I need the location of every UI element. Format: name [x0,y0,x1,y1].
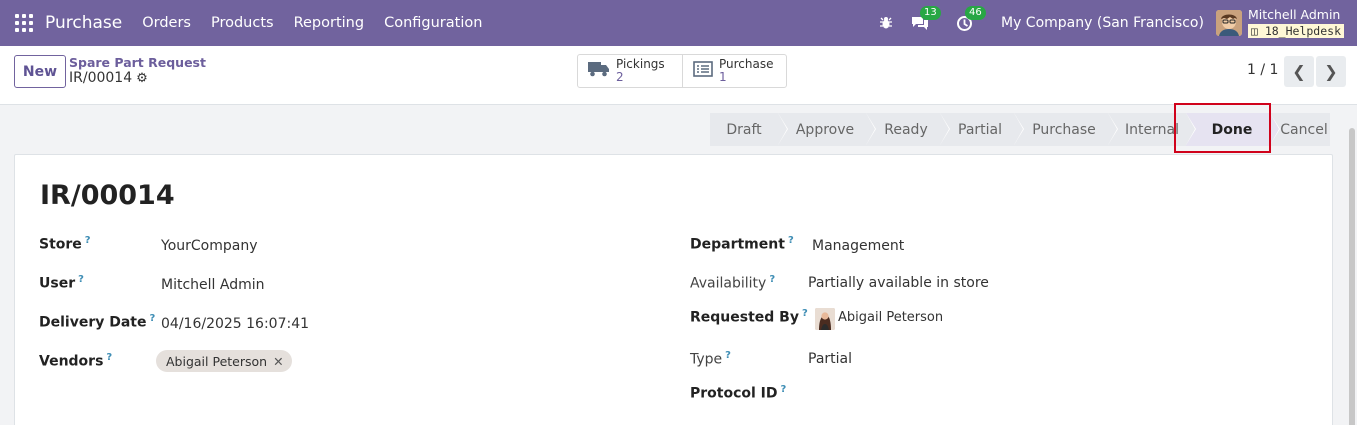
requested-by-label: Requested By? [690,308,808,326]
pager-value[interactable]: 1 / 1 [1247,62,1278,78]
truck-icon [588,61,610,81]
type-label: Type? [690,350,731,368]
requested-by-field[interactable]: Abigail Peterson [838,310,943,325]
pickings-text: Pickings 2 [616,58,665,84]
pager-prev-icon[interactable]: ❮ [1284,56,1314,87]
help-icon[interactable]: ? [788,235,794,246]
messages-icon[interactable]: 13 [911,6,941,31]
stage-draft[interactable]: Draft [710,113,788,146]
gear-icon[interactable]: ⚙ [136,71,148,86]
availability-field: Partially available in store [808,275,989,291]
main-menu: Orders Products Reporting Configuration [132,15,482,31]
department-label: Department? [690,235,794,253]
database-icon: ◫ [1250,24,1258,38]
highlight-box [1174,103,1271,153]
help-icon[interactable]: ? [725,350,731,361]
delivery-date-label: Delivery Date? [39,313,156,331]
user-avatar[interactable] [1215,10,1242,36]
department-field[interactable]: Management [812,238,904,254]
list-icon [693,61,713,81]
purchase-label: Purchase [719,57,774,71]
store-label: Store? [39,235,91,253]
menu-configuration[interactable]: Configuration [384,15,482,31]
control-panel: New Spare Part Request IR/00014 ⚙ Pickin… [0,46,1357,105]
activities-clock-icon[interactable]: 46 [956,5,986,32]
stage-purchase[interactable]: Purchase [1014,113,1118,146]
user-field[interactable]: Mitchell Admin [161,277,265,293]
type-field: Partial [808,351,852,367]
help-icon[interactable]: ? [150,313,156,324]
user-name: Mitchell Admin [1247,7,1341,22]
form-sheet: IR/00014 Store? YourCompany User? Mitche… [14,154,1333,425]
stage-partial[interactable]: Partial [940,113,1024,146]
breadcrumb-record: IR/00014 [69,70,133,86]
protocol-id-label: Protocol ID? [690,384,787,402]
help-icon[interactable]: ? [802,308,808,319]
top-navbar: Purchase Orders Products Reporting Confi… [0,0,1357,46]
breadcrumb-current: IR/00014 ⚙ [69,70,148,86]
availability-label: Availability? [690,274,776,292]
vendors-label: Vendors? [39,352,113,370]
user-label: User? [39,274,84,292]
breadcrumb-parent[interactable]: Spare Part Request [69,55,206,70]
menu-orders[interactable]: Orders [142,15,191,31]
pager-next-icon[interactable]: ❯ [1316,56,1346,87]
vendor-tag: Abigail Peterson ✕ [156,350,292,372]
database-name: 18_Helpdesk [1264,24,1341,38]
record-title: IR/00014 [40,180,175,211]
scrollbar[interactable] [1349,128,1355,425]
debug-bug-icon[interactable] [879,16,893,30]
messages-badge: 13 [919,6,941,20]
smart-buttons: Pickings 2 Purchase 1 [577,54,787,88]
pickings-count: 2 [616,70,624,84]
requester-avatar [815,308,835,330]
pickings-smart-button[interactable]: Pickings 2 [578,55,682,87]
apps-menu-icon[interactable] [15,14,33,32]
menu-reporting[interactable]: Reporting [294,15,365,31]
store-field[interactable]: YourCompany [161,238,258,254]
new-button[interactable]: New [14,55,66,88]
company-switcher[interactable]: My Company (San Francisco) [1001,15,1204,31]
database-badge: ◫ 18_Helpdesk [1247,24,1344,38]
delivery-date-field[interactable]: 04/16/2025 16:07:41 [161,316,309,332]
close-icon[interactable]: ✕ [273,354,283,369]
navbar-systray: 13 46 My Company (San Francisco) Mitchel… [879,0,1357,46]
help-icon[interactable]: ? [78,274,84,285]
stage-approve[interactable]: Approve [778,113,876,146]
purchase-count: 1 [719,70,727,84]
purchase-smart-button[interactable]: Purchase 1 [682,55,786,87]
activities-badge: 46 [964,5,986,20]
stage-ready[interactable]: Ready [866,113,950,146]
menu-products[interactable]: Products [211,15,274,31]
help-icon[interactable]: ? [769,274,775,285]
help-icon[interactable]: ? [85,235,91,246]
user-menu[interactable]: Mitchell Admin ◫ 18_Helpdesk [1247,7,1344,38]
purchase-text: Purchase 1 [719,58,774,84]
help-icon[interactable]: ? [781,384,787,395]
help-icon[interactable]: ? [106,352,112,363]
vendor-tag-label: Abigail Peterson [166,353,268,369]
app-name[interactable]: Purchase [45,13,122,33]
